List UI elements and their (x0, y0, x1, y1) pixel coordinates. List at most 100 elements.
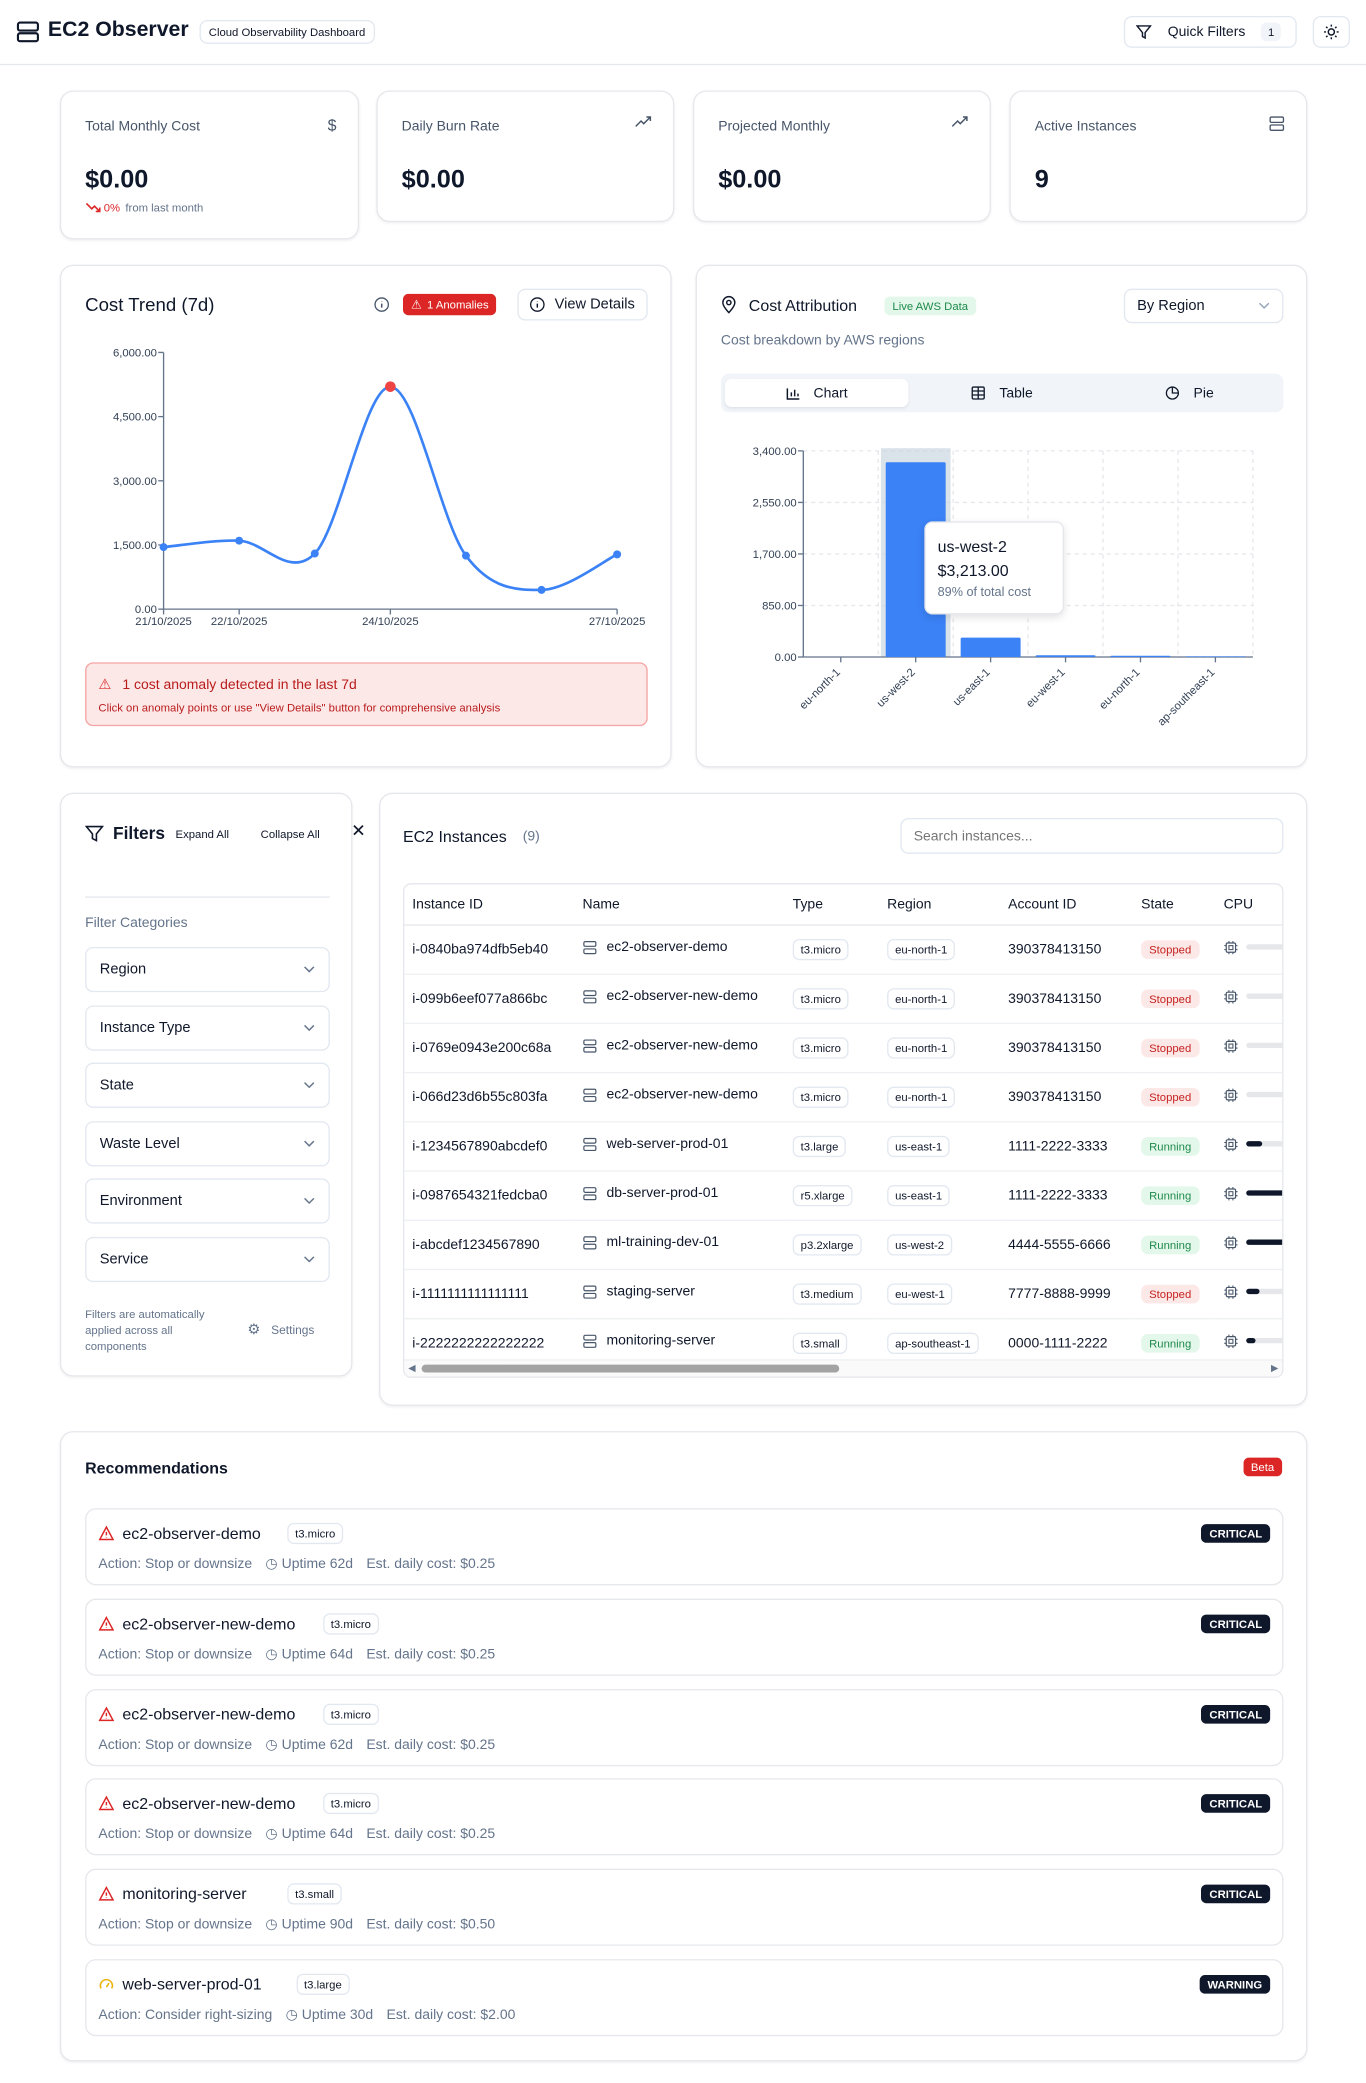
recommendation-item[interactable]: ec2-observer-demo t3.micro Action: Stop or… (85, 1508, 1284, 1586)
theme-toggle-button[interactable] (1312, 15, 1350, 48)
divider (85, 896, 330, 898)
table-row[interactable]: i-066d23d6b55c803fa ec2-observer-new-demo… (404, 1071, 1283, 1122)
recommendation-action: Action: Stop or downsize (98, 1556, 253, 1573)
recommendation-item[interactable]: ec2-observer-new-demo t3.micro Action: Sto… (85, 1598, 1284, 1676)
expand-all-button[interactable]: Expand All (176, 827, 229, 840)
cpu-bar (1246, 1141, 1283, 1147)
column-header[interactable]: Type (784, 884, 880, 926)
collapse-all-button[interactable]: Collapse All (261, 827, 320, 840)
instance-type-cell: t3.medium (784, 1268, 880, 1319)
stat-label: Daily Burn Rate (401, 118, 500, 135)
y-tick-label: 1,700.00 (753, 549, 797, 561)
instance-type-chip: t3.small (792, 1331, 848, 1354)
quick-filters-button[interactable]: Quick Filters 1 (1123, 15, 1297, 48)
tooltip-region: us-west-2 (937, 537, 1007, 556)
recommendation-cost: Est. daily cost: $0.25 (366, 1826, 496, 1843)
cpu-bar-fill (1246, 1337, 1256, 1344)
filter-category-instance-type[interactable]: Instance Type (85, 1004, 330, 1051)
filter-category-label: State (99, 1077, 134, 1094)
info-icon[interactable] (374, 297, 390, 313)
column-header[interactable]: Region (879, 884, 1001, 926)
close-icon[interactable]: ✕ (351, 821, 366, 842)
instance-name-cell: ec2-observer-demo (574, 924, 785, 975)
dollar-icon: $ (327, 115, 337, 135)
recommendation-item[interactable]: ec2-observer-new-demo t3.micro Action: Sto… (85, 1688, 1284, 1766)
table-row[interactable]: i-0769e0943e200c68a ec2-observer-new-demo… (404, 1022, 1283, 1073)
region-chip: us-east-1 (887, 1135, 951, 1157)
view-details-button[interactable]: View Details (517, 288, 648, 321)
tab-chart[interactable]: Chart (724, 379, 909, 407)
cost-trend-chart: 0.00 1,500.00 3,000.00 4,500.00 6,000.00 21/1… (113, 347, 645, 628)
anomaly-alert-title: 1 cost anomaly detected in the last 7d (122, 676, 357, 693)
account-id-cell: 1111-2222-3333 (1000, 1170, 1134, 1221)
group-by-value: By Region (1137, 297, 1205, 314)
recommendation-item[interactable]: ec2-observer-new-demo t3.micro Action: Sto… (85, 1778, 1284, 1856)
quick-filters-label: Quick Filters (1167, 23, 1246, 40)
instance-type-cell: t3.micro (784, 1022, 880, 1073)
filter-category-service[interactable]: Service (85, 1236, 330, 1283)
instance-name-cell: web-server-prod-01 (574, 1121, 785, 1172)
recommendation-item[interactable]: monitoring-server t3.small Action: Stop or… (85, 1868, 1284, 1947)
scroll-right-icon[interactable]: ▶ (1271, 1365, 1278, 1374)
state-cell: Stopped (1133, 1022, 1216, 1073)
anomalies-badge[interactable]: ⚠ 1 Anomalies (402, 293, 497, 316)
instance-id-cell: i-abcdef1234567890 (404, 1219, 575, 1270)
column-header[interactable]: State (1133, 884, 1216, 926)
instances-count: (9) (522, 828, 540, 845)
instance-type-chip: t3.micro (287, 1522, 344, 1545)
data-point (613, 550, 622, 559)
settings-button[interactable]: ⚙ Settings (247, 1321, 314, 1338)
cpu-cell (1215, 1121, 1283, 1172)
column-header[interactable]: Instance ID (404, 884, 575, 926)
tab-table[interactable]: Table (908, 379, 1096, 407)
filter-category-state[interactable]: State (85, 1062, 330, 1109)
column-header[interactable]: Name (574, 884, 785, 926)
table-row[interactable]: i-1234567890abcdef0 web-server-prod-01 t3.… (404, 1121, 1283, 1172)
tooltip-share: 89% of total cost (937, 585, 1032, 600)
filter-category-region[interactable]: Region (85, 946, 330, 993)
search-instances-input[interactable] (900, 817, 1284, 854)
horizontal-scrollbar[interactable]: ◀ ▶ (404, 1359, 1283, 1377)
instance-id-cell: i-0840ba974dfb5eb40 (404, 924, 575, 975)
column-header[interactable]: CPU (1215, 884, 1283, 926)
filter-category-waste-level[interactable]: Waste Level (85, 1120, 330, 1167)
cpu-cell (1215, 1219, 1283, 1270)
cpu-cell (1215, 1170, 1283, 1221)
cpu-bar-fill (1246, 1141, 1263, 1147)
table-row[interactable]: i-abcdef1234567890 ml-training-dev-01 p3.2… (404, 1219, 1283, 1270)
region-chip: ap-southeast-1 (887, 1331, 979, 1354)
chevron-down-icon (304, 1256, 315, 1263)
account-id-cell: 7777-8888-9999 (1000, 1268, 1134, 1319)
scrollbar-thumb[interactable] (421, 1364, 840, 1373)
chevron-down-icon (304, 1140, 315, 1147)
filter-category-label: Environment (99, 1193, 182, 1210)
group-by-select[interactable]: By Region (1123, 288, 1284, 324)
filters-panel: Filters Expand All Collapse All ✕ Filter… (59, 792, 366, 1377)
recommendation-uptime: Uptime 30d (301, 2006, 374, 2023)
cpu-bar (1246, 944, 1283, 950)
recommendation-uptime: Uptime 90d (281, 1916, 354, 1933)
table-row[interactable]: i-0987654321fedcba0 db-server-prod-01 r5.x… (404, 1170, 1283, 1221)
tab-pie[interactable]: Pie (1096, 379, 1284, 407)
instance-type-chip: t3.large (792, 1135, 847, 1157)
cpu-bar (1246, 1042, 1283, 1049)
cpu-bar (1246, 993, 1283, 999)
app-subtitle-badge: Cloud Observability Dashboard (199, 19, 375, 44)
info-icon (530, 297, 545, 312)
cost-attribution-subtitle: Cost breakdown by AWS regions (720, 332, 925, 349)
severity-badge: WARNING (1199, 1975, 1271, 1994)
scroll-left-icon[interactable]: ◀ (408, 1365, 415, 1374)
y-tick-label: 4,500.00 (113, 412, 157, 424)
recommendation-item[interactable]: web-server-prod-01 t3.large Action: Consid… (85, 1959, 1284, 2037)
cpu-bar-fill (1246, 1239, 1283, 1245)
state-cell: Stopped (1133, 1071, 1216, 1122)
filter-category-environment[interactable]: Environment (85, 1178, 330, 1225)
table-row[interactable]: i-099b6eef077a866bc ec2-observer-new-demo… (404, 973, 1283, 1024)
instance-region-cell: eu-north-1 (879, 924, 1001, 975)
status-badge: Stopped (1141, 988, 1200, 1008)
chevron-down-icon (304, 1082, 315, 1089)
recommendation-uptime: Uptime 62d (281, 1736, 354, 1753)
table-row[interactable]: i-0840ba974dfb5eb40 ec2-observer-demo t3.m… (404, 924, 1283, 975)
table-row[interactable]: i-1111111111111111 staging-server t3.mediu… (404, 1268, 1283, 1319)
column-header[interactable]: Account ID (1000, 884, 1134, 926)
